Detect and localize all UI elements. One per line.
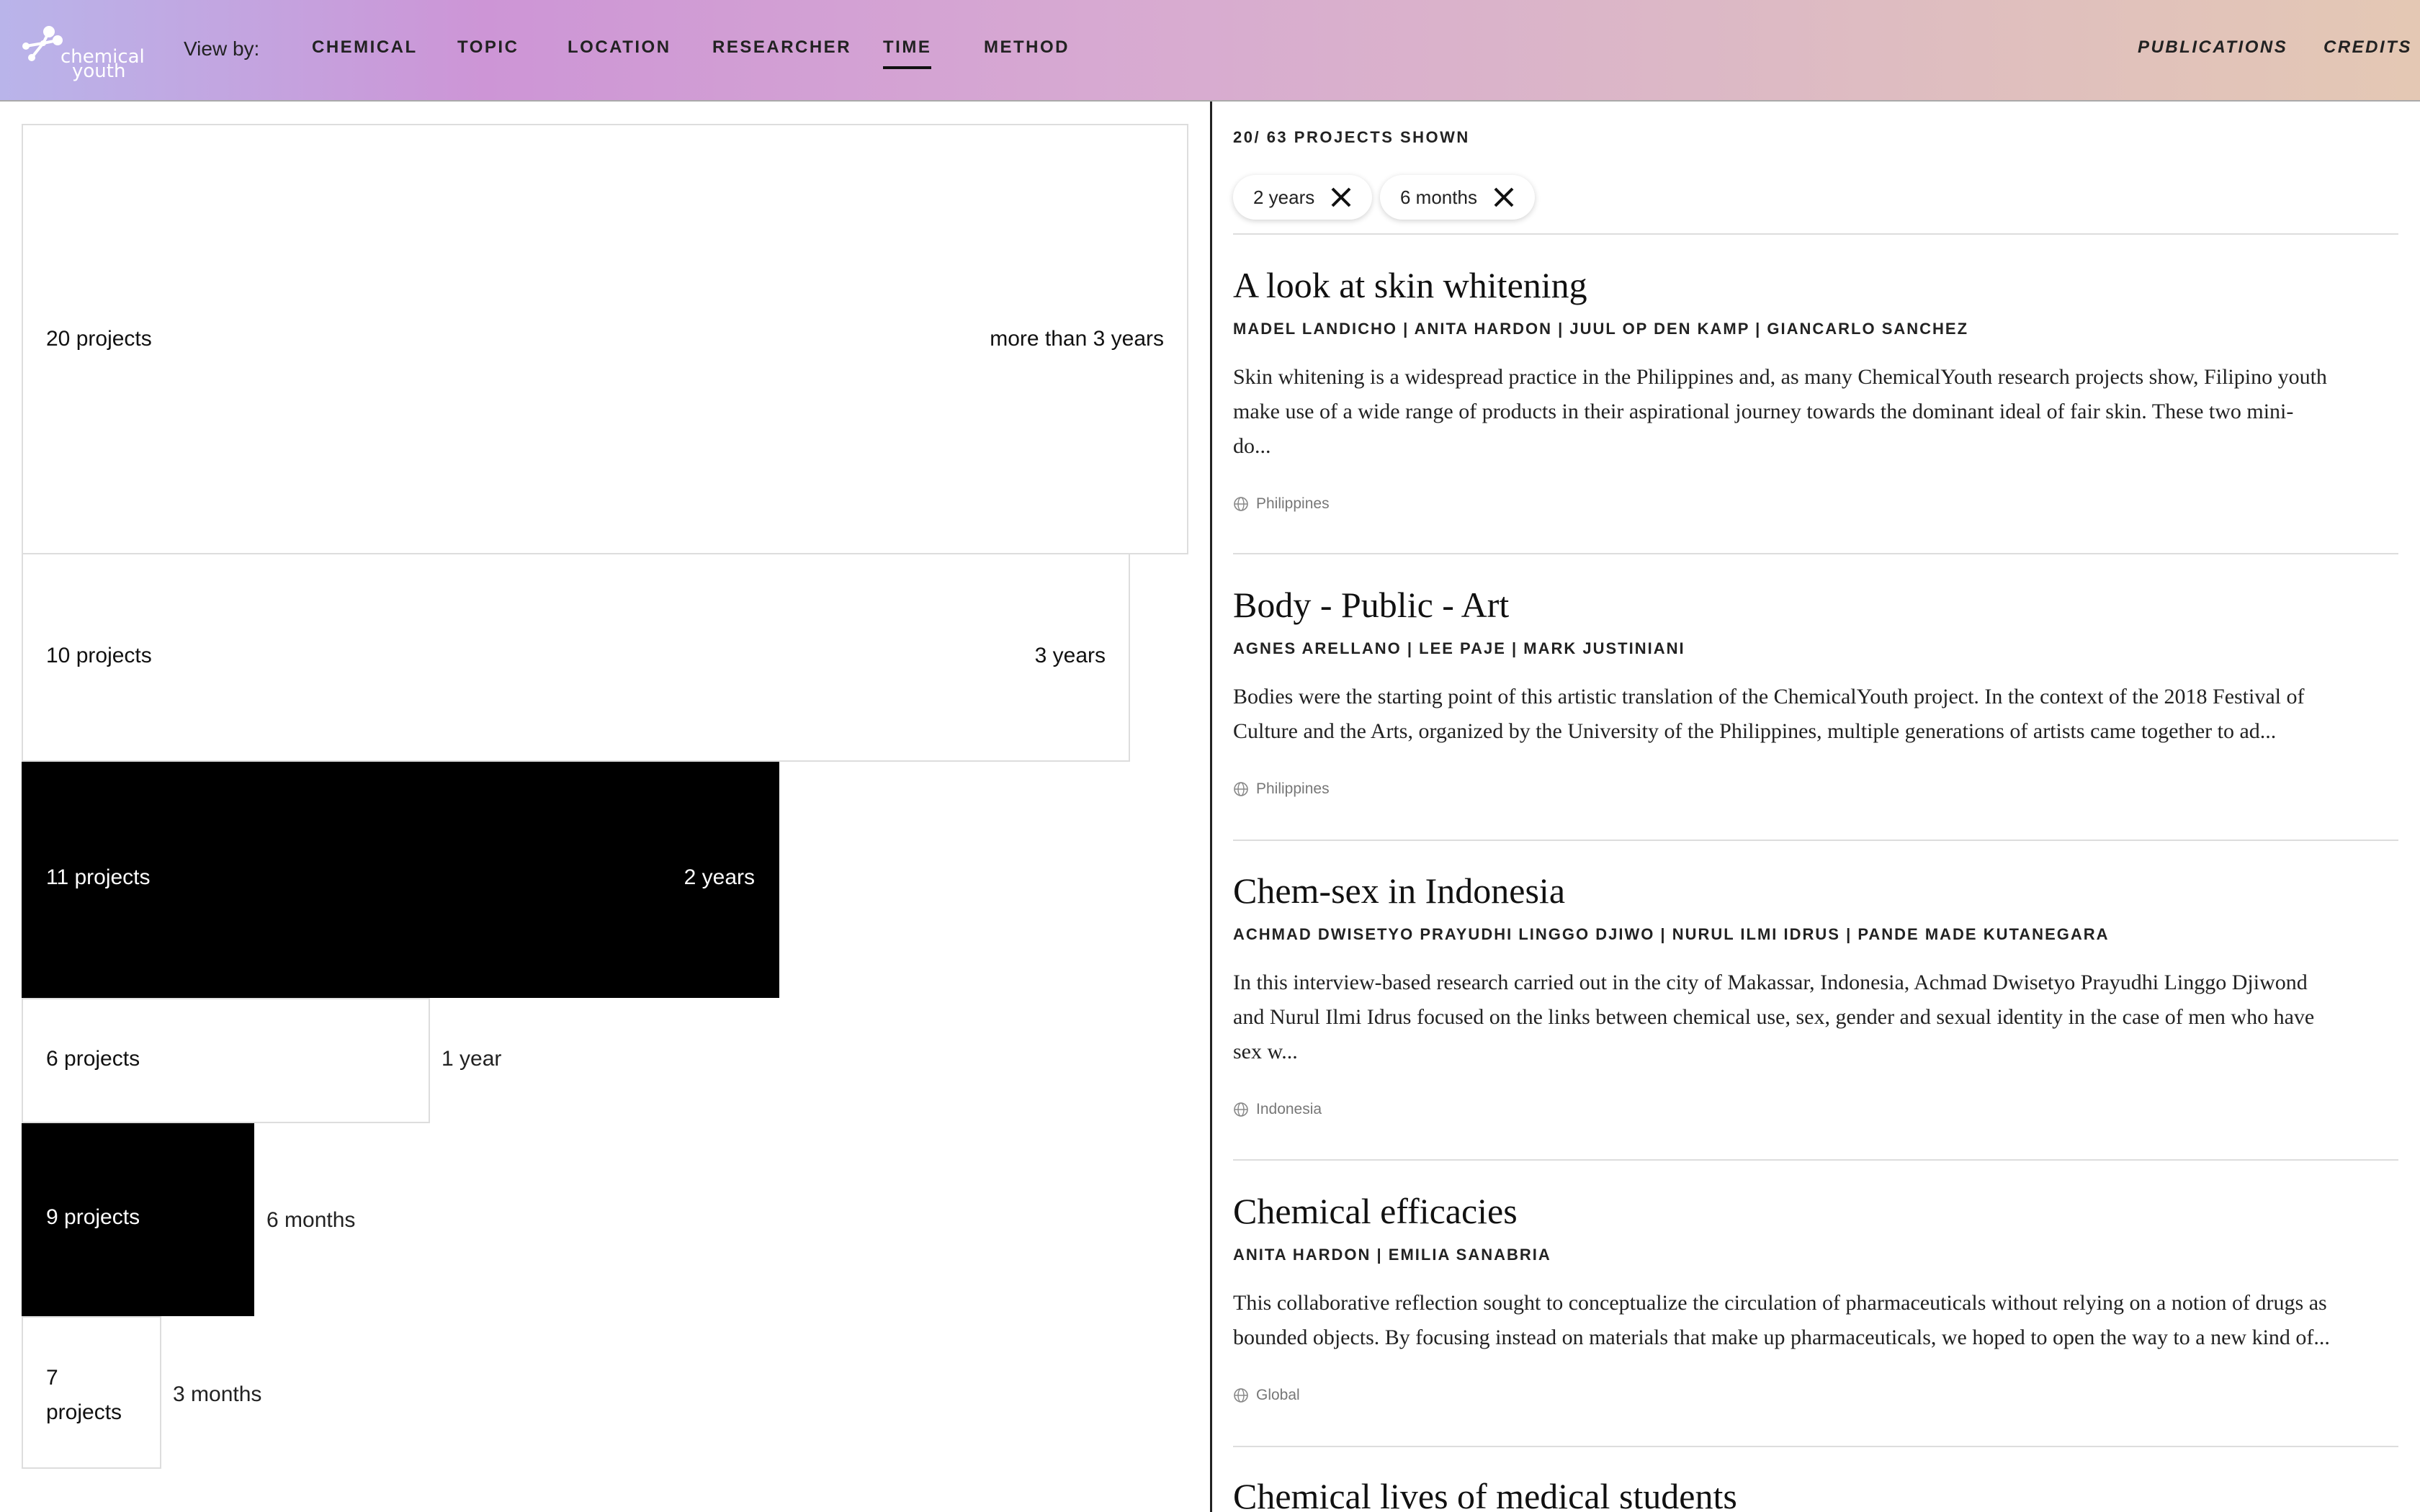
- block-duration: 1 year: [442, 1047, 502, 1071]
- top-bar: chemical youth View by: CHEMICAL TOPIC L…: [0, 0, 2420, 102]
- block-count: 7 projects: [46, 1366, 122, 1424]
- chemical-youth-logo[interactable]: chemical youth: [22, 24, 145, 81]
- desc-line: Culture and the Arts, organized by the U…: [1233, 719, 2277, 743]
- publications-link[interactable]: PUBLICATIONS: [2138, 37, 2287, 58]
- desc-line: do...: [1233, 434, 1271, 458]
- duration-block-2-years[interactable]: 11 projects 2 years: [22, 762, 779, 998]
- globe-icon: [1234, 782, 1248, 796]
- location-label: Philippines: [1256, 780, 1330, 797]
- filter-chip-label: 2 years: [1253, 186, 1315, 208]
- project-authors: ACHMAD DWISETYO PRAYUDHI LINGGO DJIWO | …: [1233, 925, 2110, 943]
- divider: [1233, 1159, 2398, 1161]
- block-count: 6 projects: [46, 1047, 140, 1071]
- desc-line: and Nurul Ilmi Idrus focused on the link…: [1233, 1005, 2315, 1029]
- project-title[interactable]: Chem-sex in Indonesia: [1233, 869, 2357, 912]
- credits-link[interactable]: CREDITS: [2323, 37, 2412, 58]
- nav-time[interactable]: TIME: [883, 37, 932, 69]
- project-location: Indonesia: [1233, 1101, 2357, 1118]
- block-count: 10 projects: [46, 644, 152, 667]
- divider: [1233, 553, 2398, 554]
- desc-line: Bodies were the starting point of this a…: [1233, 685, 2305, 708]
- globe-icon: [1234, 1388, 1248, 1403]
- divider: [1233, 840, 2398, 841]
- project-authors: MADEL LANDICHO | ANITA HARDON | JUUL OP …: [1233, 320, 1969, 338]
- block-duration: more than 3 years: [990, 327, 1164, 351]
- desc-line: This collaborative reflection sought to …: [1233, 1291, 2327, 1315]
- project-card[interactable]: Body - Public - Art AGNES ARELLANO | LEE…: [1233, 583, 2357, 798]
- filter-chip-2-years[interactable]: 2 years: [1233, 175, 1373, 220]
- block-duration: 3 years: [1034, 644, 1106, 667]
- project-title[interactable]: A look at skin whitening: [1233, 264, 2357, 307]
- nav-location[interactable]: LOCATION: [568, 37, 671, 58]
- project-location: Global: [1233, 1387, 2357, 1404]
- molecule-icon: [22, 26, 63, 61]
- desc-line: bounded objects. By focusing instead on …: [1233, 1326, 2330, 1349]
- close-icon[interactable]: [1330, 186, 1352, 208]
- block-count: 20 projects: [46, 327, 152, 351]
- location-label: Indonesia: [1256, 1101, 1322, 1117]
- desc-line: Skin whitening is a widespread practice …: [1233, 365, 2327, 389]
- duration-block-more-than-3-years[interactable]: 20 projects more than 3 years: [22, 124, 1188, 554]
- block-duration: 2 years: [684, 865, 755, 889]
- block-duration: 3 months: [173, 1382, 262, 1406]
- project-card[interactable]: A look at skin whitening MADEL LANDICHO …: [1233, 264, 2357, 513]
- duration-block-3-years[interactable]: 10 projects 3 years: [22, 553, 1130, 762]
- project-description: This collaborative reflection sought to …: [1233, 1286, 2357, 1355]
- panel-divider: [1210, 102, 1212, 1512]
- logo-text-line2: youth: [72, 60, 126, 82]
- nav-researcher[interactable]: RESEARCHER: [712, 37, 851, 58]
- nav-topic[interactable]: TOPIC: [457, 37, 519, 58]
- duration-block-6-months[interactable]: 9 projects: [22, 1123, 254, 1316]
- project-location: Philippines: [1233, 495, 2357, 513]
- project-description: Skin whitening is a widespread practice …: [1233, 360, 2357, 464]
- divider: [1233, 1446, 2398, 1447]
- block-duration: 6 months: [266, 1208, 356, 1232]
- project-card[interactable]: Chem-sex in Indonesia ACHMAD DWISETYO PR…: [1233, 869, 2357, 1118]
- nav-method[interactable]: METHOD: [984, 37, 1070, 58]
- view-by-label: View by:: [184, 37, 260, 60]
- project-title[interactable]: Chemical lives of medical students: [1233, 1475, 2357, 1512]
- project-card[interactable]: Chemical efficacies ANITA HARDON | EMILI…: [1233, 1189, 2357, 1404]
- project-authors: AGNES ARELLANO | LEE PAJE | MARK JUSTINI…: [1233, 639, 1685, 657]
- project-description: Bodies were the starting point of this a…: [1233, 680, 2357, 749]
- project-card[interactable]: Chemical lives of medical students: [1233, 1475, 2357, 1512]
- desc-line: sex w...: [1233, 1040, 1298, 1063]
- divider: [1233, 233, 2398, 235]
- close-icon[interactable]: [1493, 186, 1515, 208]
- filter-chip-6-months[interactable]: 6 months: [1380, 175, 1535, 220]
- projects-shown-count: 20/ 63 PROJECTS SHOWN: [1233, 128, 1470, 146]
- desc-line: In this interview-based research carried…: [1233, 971, 2308, 994]
- project-description: In this interview-based research carried…: [1233, 966, 2357, 1069]
- nav-chemical[interactable]: CHEMICAL: [312, 37, 418, 58]
- globe-icon: [1234, 497, 1248, 511]
- project-authors: ANITA HARDON | EMILIA SANABRIA: [1233, 1246, 1551, 1264]
- project-title[interactable]: Chemical efficacies: [1233, 1189, 2357, 1233]
- location-label: Global: [1256, 1387, 1300, 1403]
- project-location: Philippines: [1233, 780, 2357, 798]
- globe-icon: [1234, 1102, 1248, 1117]
- block-count: 9 projects: [46, 1205, 140, 1229]
- duration-block-1-year[interactable]: 6 projects: [22, 998, 430, 1123]
- desc-line: make use of a wide range of products in …: [1233, 400, 2294, 423]
- location-label: Philippines: [1256, 495, 1330, 512]
- project-title[interactable]: Body - Public - Art: [1233, 583, 2357, 626]
- duration-block-3-months[interactable]: 7 projects: [22, 1316, 161, 1469]
- filter-chip-label: 6 months: [1400, 186, 1477, 208]
- block-count: 11 projects: [46, 865, 151, 889]
